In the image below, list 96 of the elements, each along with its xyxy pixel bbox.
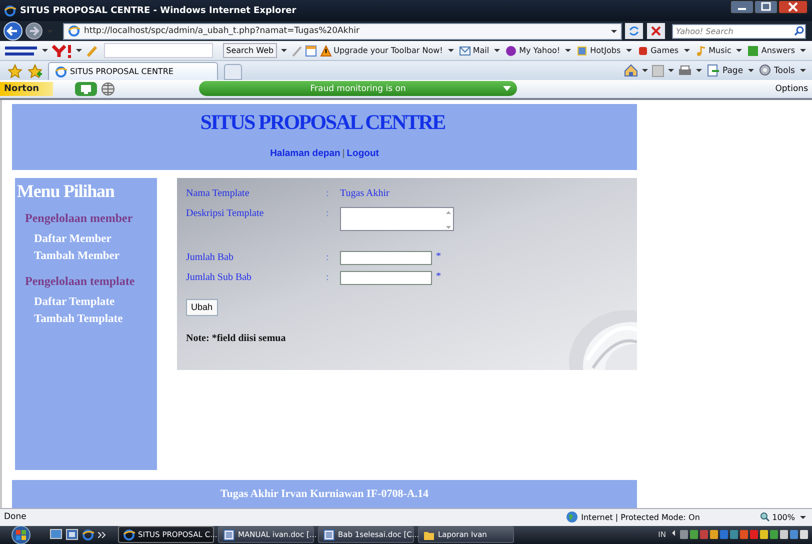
search-field[interactable]: Yahoo! Search [672, 24, 806, 39]
desktop-icon[interactable] [50, 529, 62, 540]
caret-icon[interactable] [494, 49, 500, 52]
toolbar-link[interactable]: My Yahoo! [504, 44, 562, 57]
envelope-icon [458, 44, 471, 57]
close-icon[interactable] [778, 0, 808, 14]
window-title: SITUS PROPOSAL CENTRE - Windows Internet Explorer [20, 6, 298, 16]
browser-icon [4, 4, 16, 17]
caret-icon[interactable] [626, 49, 632, 52]
stop-icon[interactable] [647, 23, 665, 40]
caret-icon[interactable] [684, 49, 690, 52]
caret-icon[interactable] [736, 49, 742, 52]
caret-icon[interactable] [565, 49, 572, 52]
caret-icon[interactable] [42, 49, 48, 52]
zoom-icon [760, 512, 770, 522]
globe-icon[interactable] [101, 82, 116, 96]
status-text: Done [4, 512, 28, 522]
window-icon[interactable] [304, 44, 317, 57]
monitor-icon[interactable] [75, 82, 98, 96]
toolbar-link[interactable]: Music [694, 44, 732, 57]
colon-separator: : [326, 186, 330, 201]
search-web-button[interactable]: Search Web [223, 43, 277, 58]
submit-button[interactable]: Ubah [186, 298, 218, 316]
form-note: Note: *field diisi semua [186, 332, 287, 344]
required-mark: * [436, 250, 441, 263]
document-icon [223, 528, 235, 541]
caret-icon[interactable] [448, 49, 454, 52]
field-label: Nama Template [186, 186, 250, 201]
colon-separator: : [326, 206, 330, 221]
caret-icon[interactable] [800, 49, 806, 52]
options-button[interactable]: Options [775, 84, 808, 94]
add-favorite-icon[interactable] [28, 64, 42, 78]
nav-link[interactable]: Logout [346, 148, 379, 159]
caret-icon[interactable] [696, 69, 702, 72]
printer-icon[interactable] [678, 64, 692, 77]
caret-icon[interactable] [748, 69, 754, 72]
nav-link[interactable]: Halaman depan [270, 148, 340, 159]
document-icon [323, 528, 335, 541]
minimize-icon[interactable] [730, 0, 754, 14]
yahoo-logo-icon [52, 44, 72, 58]
caret-icon[interactable] [668, 69, 674, 72]
music-note-icon [694, 44, 707, 57]
toolbar-link[interactable]: Upgrade your Toolbar Now! [318, 44, 444, 57]
caret-icon[interactable] [280, 49, 287, 52]
input-field[interactable] [340, 250, 432, 265]
menu-button[interactable]: Page [706, 64, 744, 78]
toolbar-link[interactable]: Mail [458, 44, 490, 57]
forward-icon[interactable] [25, 22, 43, 40]
tray-icons-drawing[interactable] [672, 529, 810, 540]
field-label: Deskripsi Template [186, 206, 265, 221]
caret-icon[interactable] [642, 69, 648, 72]
caret-icon[interactable] [800, 69, 806, 72]
favorites-star-icon[interactable] [8, 64, 22, 78]
site-title: SITUS PROPOSAL CENTRE [200, 110, 446, 135]
refresh-icon[interactable] [625, 23, 643, 40]
restore-icon[interactable] [754, 0, 778, 14]
description-textarea[interactable] [340, 206, 454, 231]
toolbar-search-field[interactable] [104, 43, 214, 58]
input-field[interactable] [340, 270, 432, 285]
address-field[interactable]: http://localhost/spc/admin/a_ubah_t.php?namat=Tugas%20Akhir [63, 22, 622, 40]
back-icon[interactable] [3, 21, 23, 42]
caret-icon[interactable] [800, 516, 806, 519]
field-label: Jumlah Bab [186, 250, 234, 265]
required-mark: * [436, 270, 441, 283]
field-value: Tugas Akhir [340, 186, 390, 201]
colon-separator: : [326, 250, 330, 265]
square-icon [747, 44, 760, 57]
footer-text: Tugas Akhir Irvan Kurniawan IF-0708-A.14 [220, 488, 429, 500]
page-icon [68, 25, 80, 38]
menu-heading: Pengelolaan member [25, 210, 134, 226]
caret-icon[interactable] [76, 49, 82, 52]
circle-icon [505, 44, 518, 57]
menu-button[interactable]: Tools [758, 64, 796, 78]
link-separator: | [342, 148, 345, 159]
norton-logo: Norton [0, 82, 54, 96]
toolbar-link[interactable]: HotJobs [575, 44, 622, 57]
chevron-icon[interactable] [98, 532, 106, 538]
colon-separator: : [326, 270, 330, 285]
field-label: Jumlah Sub Bab [186, 270, 253, 285]
dropdown-caret-icon[interactable] [611, 30, 617, 33]
toolbar-link[interactable]: Answers [746, 44, 796, 57]
browser-icon [123, 528, 135, 541]
page-icon [707, 64, 720, 78]
sidebar-title: Menu Pilihan [17, 180, 116, 202]
toolbar-link[interactable]: Games [636, 44, 680, 57]
zoom-button[interactable]: 100% [754, 512, 795, 522]
browser-tab[interactable]: SITUS PROPOSAL CENTRE [48, 62, 218, 80]
warning-icon [320, 44, 332, 57]
page-icon [55, 66, 67, 78]
globe-icon [566, 511, 578, 524]
browser-icon[interactable] [82, 528, 94, 541]
url-text: http://localhost/spc/admin/a_ubah_t.php?namat=Tugas%20Akhir [84, 26, 360, 36]
security-zone-text: Internet | Protected Mode: On [581, 512, 701, 522]
home-icon[interactable] [624, 64, 638, 78]
menu-heading: Pengelolaan template [25, 274, 136, 289]
window-switch-icon[interactable] [66, 529, 78, 540]
